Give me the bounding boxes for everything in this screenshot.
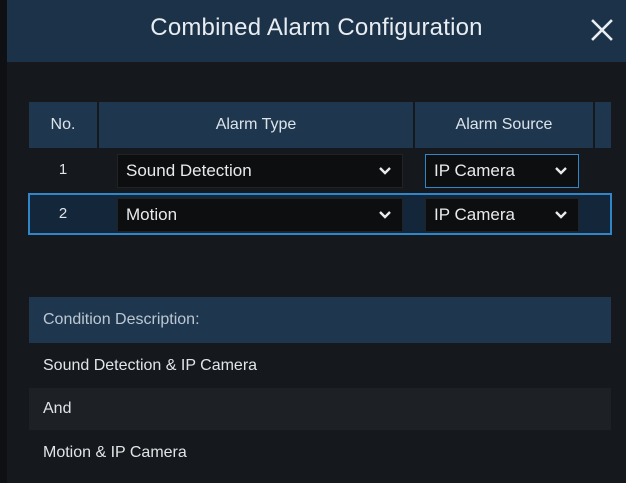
header-no: No. bbox=[50, 116, 76, 133]
row-number: 2 bbox=[58, 205, 68, 222]
chevron-down-icon bbox=[555, 211, 567, 219]
condition-line: Motion & IP Camera bbox=[29, 432, 611, 474]
condition-text: Motion & IP Camera bbox=[43, 444, 187, 461]
alarm-source-value: IP Camera bbox=[434, 161, 515, 180]
condition-description-label: Condition Description: bbox=[43, 311, 200, 328]
table-row[interactable]: 2 Motion IP Camera bbox=[28, 193, 612, 235]
condition-line: And bbox=[29, 388, 611, 430]
condition-text: And bbox=[43, 400, 72, 417]
table-row[interactable]: 1 Sound Detection IP Camera bbox=[29, 150, 611, 190]
header-divider bbox=[593, 102, 595, 148]
alarm-source-select[interactable]: IP Camera bbox=[425, 198, 579, 232]
dialog-titlebar: Combined Alarm Configuration bbox=[7, 0, 626, 62]
chevron-down-icon bbox=[379, 167, 391, 175]
alarm-type-select[interactable]: Sound Detection bbox=[117, 154, 403, 188]
combined-alarm-dialog: Combined Alarm Configuration No. Alarm T… bbox=[7, 0, 626, 483]
table-header: No. Alarm Type Alarm Source bbox=[29, 102, 611, 148]
alarm-type-select[interactable]: Motion bbox=[117, 198, 403, 232]
condition-text: Sound Detection & IP Camera bbox=[43, 357, 258, 374]
close-button[interactable] bbox=[584, 10, 620, 50]
alarm-type-value: Sound Detection bbox=[126, 161, 252, 180]
chevron-down-icon bbox=[379, 211, 391, 219]
alarm-source-select[interactable]: IP Camera bbox=[425, 154, 579, 188]
dialog-title: Combined Alarm Configuration bbox=[150, 14, 483, 41]
condition-description-header: Condition Description: bbox=[29, 297, 611, 343]
header-alarm-source: Alarm Source bbox=[455, 116, 553, 133]
row-number: 1 bbox=[58, 161, 68, 178]
close-icon bbox=[591, 19, 613, 41]
header-alarm-type: Alarm Type bbox=[215, 116, 297, 133]
condition-line: Sound Detection & IP Camera bbox=[29, 345, 611, 387]
alarm-type-value: Motion bbox=[126, 205, 178, 224]
alarm-source-value: IP Camera bbox=[434, 205, 515, 224]
chevron-down-icon bbox=[555, 167, 567, 175]
